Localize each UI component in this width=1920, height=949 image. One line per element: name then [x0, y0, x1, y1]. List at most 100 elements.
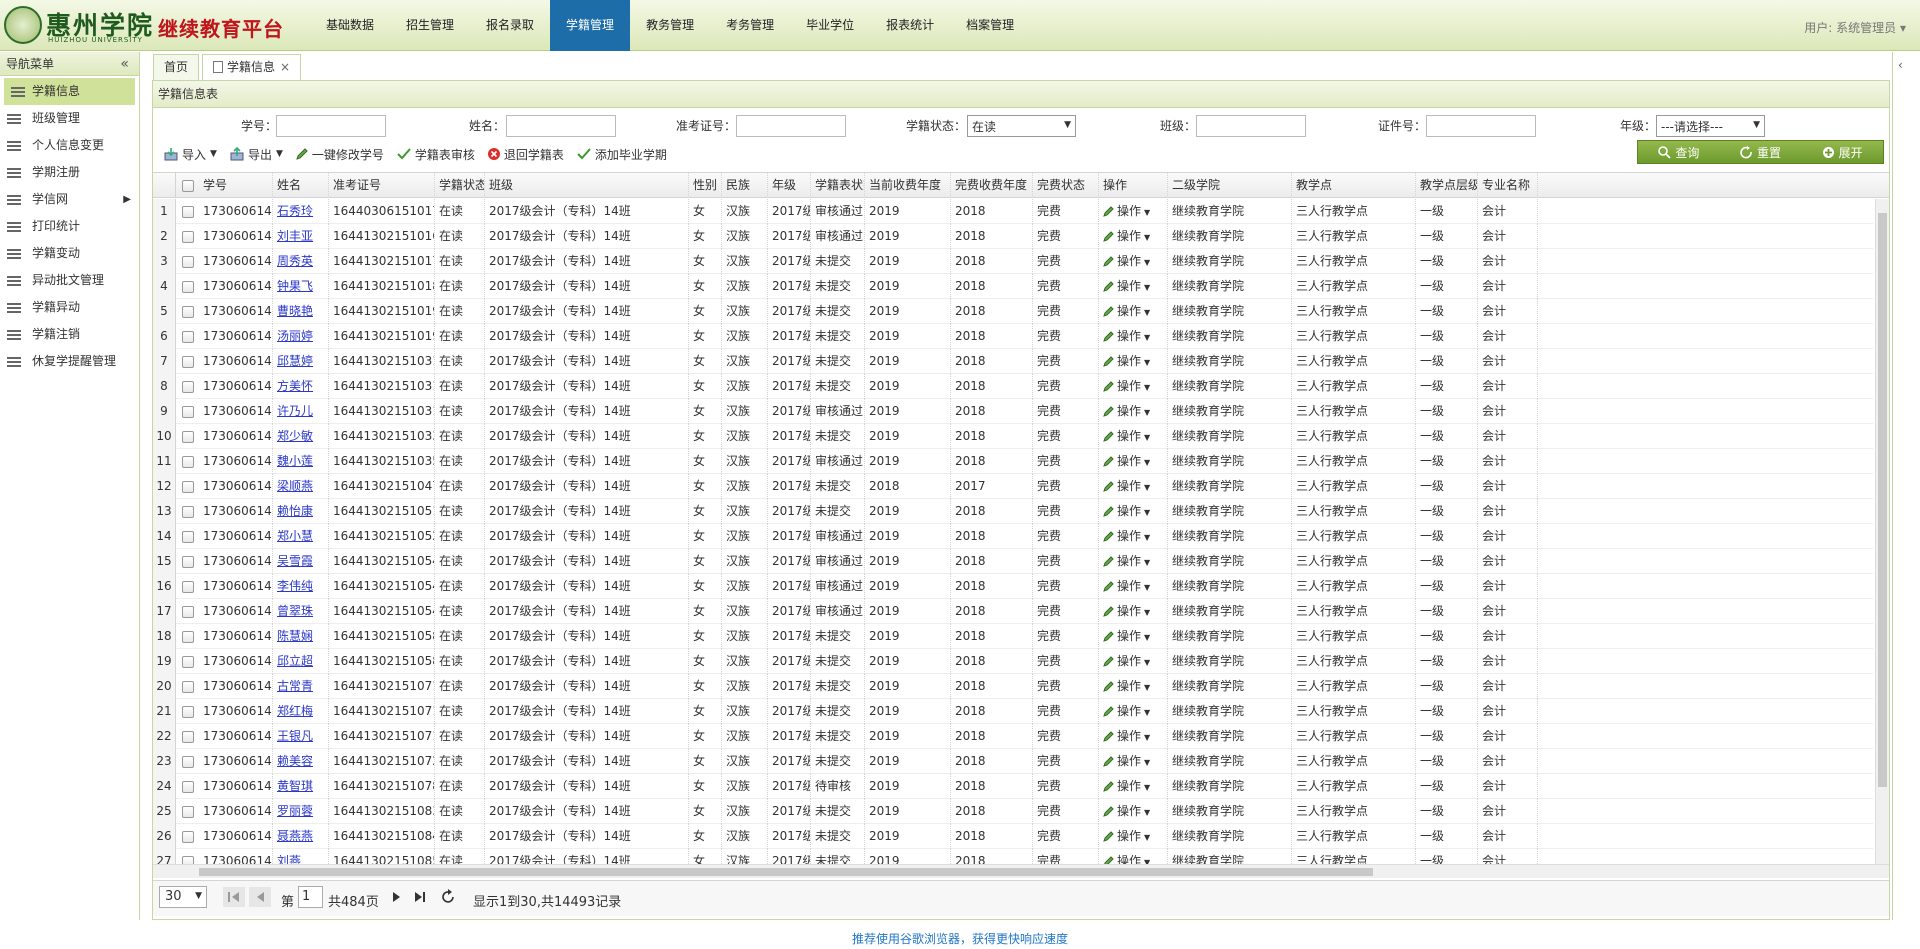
- row-checkbox[interactable]: [182, 581, 194, 593]
- row-checkbox[interactable]: [182, 331, 194, 343]
- row-operation-button[interactable]: 操作 ▼: [1103, 529, 1150, 543]
- refresh-icon[interactable]: [438, 887, 460, 907]
- topnav-item[interactable]: 基础数据: [310, 0, 390, 51]
- export-button[interactable]: 导出 ▼: [229, 146, 283, 163]
- topnav-item[interactable]: 招生管理: [390, 0, 470, 51]
- row-checkbox[interactable]: [182, 256, 194, 268]
- row-operation-button[interactable]: 操作 ▼: [1103, 304, 1150, 318]
- table-row[interactable]: 11173060614011魏小莲1644130215103588在读2017级…: [153, 449, 1873, 474]
- row-checkbox[interactable]: [182, 556, 194, 568]
- topnav-item[interactable]: 考务管理: [710, 0, 790, 51]
- table-row[interactable]: 21173060614021郑红梅1644130215107167在读2017级…: [153, 699, 1873, 724]
- student-name-link[interactable]: 许乃儿: [277, 404, 313, 418]
- column-header[interactable]: 完费状态: [1033, 173, 1099, 198]
- student-name-link[interactable]: 郑小慧: [277, 529, 313, 543]
- collapse-sidebar-icon[interactable]: «: [120, 52, 129, 76]
- table-row[interactable]: 6173060614006汤丽婷1644130215101987在读2017级会…: [153, 324, 1873, 349]
- topnav-item[interactable]: 档案管理: [950, 0, 1030, 51]
- row-operation-button[interactable]: 操作 ▼: [1103, 429, 1150, 443]
- prev-page-icon[interactable]: [249, 887, 271, 907]
- table-row[interactable]: 4173060614004钟果飞1644130215101831在读2017级会…: [153, 274, 1873, 299]
- row-checkbox[interactable]: [182, 531, 194, 543]
- table-row[interactable]: 23173060614023赖美容1644130215107285在读2017级…: [153, 749, 1873, 774]
- column-header[interactable]: 年级: [768, 173, 811, 198]
- student-name-link[interactable]: 吴雪霞: [277, 554, 313, 568]
- student-name-link[interactable]: 周秀英: [277, 254, 313, 268]
- last-page-icon[interactable]: [409, 887, 431, 907]
- student-name-link[interactable]: 陈慧娴: [277, 629, 313, 643]
- table-row[interactable]: 7173060614007邱慧婷1644130215103137在读2017级会…: [153, 349, 1873, 374]
- student-name-link[interactable]: 罗丽蓉: [277, 804, 313, 818]
- row-operation-button[interactable]: 操作 ▼: [1103, 404, 1150, 418]
- first-page-icon[interactable]: [223, 887, 245, 907]
- select-all-checkbox[interactable]: [182, 180, 194, 192]
- row-checkbox[interactable]: [182, 731, 194, 743]
- row-checkbox[interactable]: [182, 506, 194, 518]
- column-header[interactable]: 准考证号: [329, 173, 435, 198]
- tab-home[interactable]: 首页: [153, 54, 200, 80]
- column-header[interactable]: 学号: [199, 173, 273, 198]
- row-checkbox[interactable]: [182, 431, 194, 443]
- row-checkbox[interactable]: [182, 756, 194, 768]
- column-header[interactable]: 学籍状态: [435, 173, 485, 198]
- student-name-link[interactable]: 聂燕燕: [277, 829, 313, 843]
- student-name-link[interactable]: 曹晓艳: [277, 304, 313, 318]
- topnav-item[interactable]: 报表统计: [870, 0, 950, 51]
- sidebar-item[interactable]: 学籍注销: [0, 321, 139, 348]
- row-checkbox[interactable]: [182, 306, 194, 318]
- exam-no-input[interactable]: [736, 115, 846, 137]
- table-row[interactable]: 2173060614002刘丰亚1644130215101699在读2017级会…: [153, 224, 1873, 249]
- sidebar-item[interactable]: 异动批文管理: [0, 267, 139, 294]
- table-row[interactable]: 19173060614019邱立超1644130215105874在读2017级…: [153, 649, 1873, 674]
- sidebar-item[interactable]: 休复学提醒管理: [0, 348, 139, 375]
- column-header[interactable]: 班级: [485, 173, 689, 198]
- row-checkbox[interactable]: [182, 231, 194, 243]
- table-row[interactable]: 25173060614025罗丽蓉1644130215108389在读2017级…: [153, 799, 1873, 824]
- student-name-link[interactable]: 赖美容: [277, 754, 313, 768]
- table-row[interactable]: 26173060614026聂燕燕1644130215108400在读2017级…: [153, 824, 1873, 849]
- student-id-input[interactable]: [276, 115, 386, 137]
- table-row[interactable]: 20173060614020古常青1644130215107112在读2017级…: [153, 674, 1873, 699]
- row-operation-button[interactable]: 操作 ▼: [1103, 454, 1150, 468]
- student-name-link[interactable]: 钟果飞: [277, 279, 313, 293]
- status-select[interactable]: 在读 ▼: [967, 115, 1076, 137]
- sidebar-item[interactable]: 学籍异动: [0, 294, 139, 321]
- column-header[interactable]: 教学点: [1292, 173, 1416, 198]
- page-number-input[interactable]: 1: [298, 886, 323, 908]
- student-name-link[interactable]: 邱慧婷: [277, 354, 313, 368]
- column-header[interactable]: 二级学院: [1168, 173, 1292, 198]
- row-checkbox[interactable]: [182, 706, 194, 718]
- table-row[interactable]: 18173060614018陈慧娴1644130215105870在读2017级…: [153, 624, 1873, 649]
- row-checkbox[interactable]: [182, 631, 194, 643]
- page-size-select[interactable]: 30 ▼: [159, 886, 207, 908]
- row-operation-button[interactable]: 操作 ▼: [1103, 579, 1150, 593]
- table-row[interactable]: 16173060614016李伟纯1644130215105448在读2017级…: [153, 574, 1873, 599]
- table-row[interactable]: 15173060614015吴雪霞1644130215105425在读2017级…: [153, 549, 1873, 574]
- column-header[interactable]: 当前收费年度: [865, 173, 951, 198]
- query-button[interactable]: 查询: [1658, 144, 1699, 161]
- expand-button[interactable]: 展开: [1822, 144, 1863, 161]
- table-row[interactable]: 17173060614017曾翠珠1644130215105463在读2017级…: [153, 599, 1873, 624]
- table-row[interactable]: 10173060614010郑少敏1644130215103392在读2017级…: [153, 424, 1873, 449]
- topnav-item[interactable]: 毕业学位: [790, 0, 870, 51]
- user-menu[interactable]: 用户: 系统管理员 ▾: [1804, 19, 1906, 36]
- table-row[interactable]: 24173060614024黄智琪1644130215107831在读2017级…: [153, 774, 1873, 799]
- table-row[interactable]: 9173060614009许乃儿1644130215103145在读2017级会…: [153, 399, 1873, 424]
- student-name-link[interactable]: 魏小莲: [277, 454, 313, 468]
- table-row[interactable]: 22173060614022王银凡1644130215107176在读2017级…: [153, 724, 1873, 749]
- row-operation-button[interactable]: 操作 ▼: [1103, 279, 1150, 293]
- column-header[interactable]: 完费收费年度: [951, 173, 1033, 198]
- student-name-link[interactable]: 王银凡: [277, 729, 313, 743]
- row-checkbox[interactable]: [182, 406, 194, 418]
- row-checkbox[interactable]: [182, 481, 194, 493]
- table-row[interactable]: 27173060614027刘燕1644130215108542在读2017级会…: [153, 849, 1873, 865]
- import-button[interactable]: 导入 ▼: [163, 146, 217, 163]
- vertical-scrollbar[interactable]: [1875, 199, 1889, 865]
- column-header[interactable]: 民族: [722, 173, 768, 198]
- student-name-link[interactable]: 刘丰亚: [277, 229, 313, 243]
- expand-panel-icon[interactable]: ‹: [1898, 58, 1903, 72]
- next-page-icon[interactable]: [385, 887, 407, 907]
- row-operation-button[interactable]: 操作 ▼: [1103, 329, 1150, 343]
- row-operation-button[interactable]: 操作 ▼: [1103, 829, 1150, 843]
- row-operation-button[interactable]: 操作 ▼: [1103, 654, 1150, 668]
